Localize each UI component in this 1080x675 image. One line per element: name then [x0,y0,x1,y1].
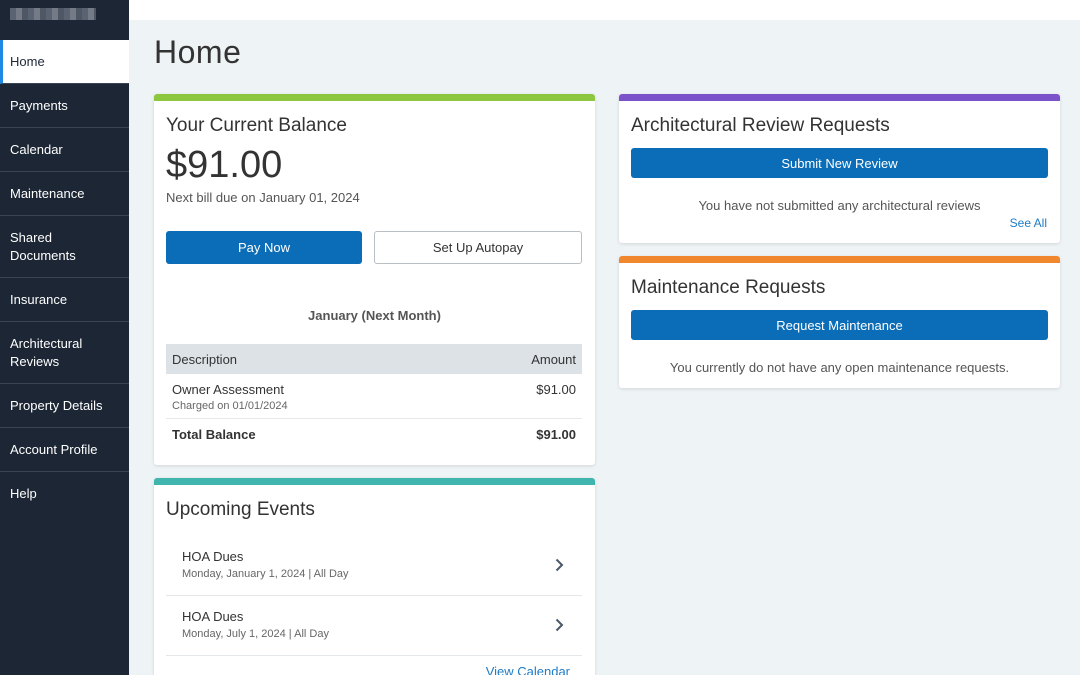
events-card-title: Upcoming Events [166,499,315,520]
upcoming-events-card: Upcoming Events HOA Dues Monday, January… [154,478,595,675]
request-maintenance-button[interactable]: Request Maintenance [631,310,1048,340]
line-item-name: Owner Assessment [172,382,284,397]
chevron-right-icon [555,618,564,632]
maint-card-accent [619,256,1060,263]
sidebar-item-payments[interactable]: Payments [0,84,129,128]
balance-card-title: Your Current Balance [166,115,347,136]
top-bar [129,0,1080,20]
balance-amount: $91.00 [166,144,283,186]
maintenance-card: Maintenance Requests Request Maintenance… [619,256,1060,388]
architectural-review-card: Architectural Review Requests Submit New… [619,94,1060,243]
sidebar: Home Payments Calendar Maintenance Share… [0,0,129,675]
set-up-autopay-button[interactable]: Set Up Autopay [374,231,582,264]
arch-card-title: Architectural Review Requests [631,115,890,136]
sidebar-item-property-details[interactable]: Property Details [0,384,129,428]
events-card-accent [154,478,595,485]
column-header-amount: Amount [453,344,582,374]
balance-card-accent [154,94,595,101]
column-header-description: Description [166,344,454,374]
maint-empty-message: You currently do not have any open maint… [669,360,1010,375]
sidebar-item-calendar[interactable]: Calendar [0,128,129,172]
event-name: HOA Dues [182,549,244,564]
event-date: Monday, July 1, 2024 | All Day [182,628,329,640]
line-item-amount: $91.00 [453,374,582,419]
event-date: Monday, January 1, 2024 | All Day [182,568,349,580]
pay-now-button[interactable]: Pay Now [166,231,362,264]
line-item-description: Owner Assessment Charged on 01/01/2024 [166,374,454,419]
billing-period: January (Next Month) [308,308,441,323]
sidebar-item-account-profile[interactable]: Account Profile [0,428,129,472]
sidebar-item-help[interactable]: Help [0,472,129,516]
balance-card: Your Current Balance $91.00 Next bill du… [154,94,595,465]
total-balance-amount: $91.00 [536,427,576,442]
events-list: HOA Dues Monday, January 1, 2024 | All D… [166,536,582,656]
chevron-right-icon [555,558,564,572]
event-item[interactable]: HOA Dues Monday, January 1, 2024 | All D… [166,536,582,596]
sidebar-item-maintenance[interactable]: Maintenance [0,172,129,216]
sidebar-item-shared-documents[interactable]: Shared Documents [0,216,129,278]
page-title: Home [154,34,242,70]
user-name-area [0,0,129,40]
sidebar-item-home[interactable]: Home [0,40,129,84]
line-item-charged-date: Charged on 01/01/2024 [172,400,288,412]
total-row: Total Balance $91.00 [166,419,582,449]
see-all-link[interactable]: See All [1010,216,1047,230]
sidebar-item-insurance[interactable]: Insurance [0,278,129,322]
arch-empty-message: You have not submitted any architectural… [698,198,981,213]
total-balance-label: Total Balance [172,427,256,442]
blurred-user-name [10,8,96,20]
submit-new-review-button[interactable]: Submit New Review [631,148,1048,178]
table-header-row: Description Amount [166,344,582,374]
arch-card-accent [619,94,1060,101]
event-name: HOA Dues [182,609,244,624]
table-row: Owner Assessment Charged on 01/01/2024 $… [166,374,582,419]
maint-card-title: Maintenance Requests [631,277,826,298]
event-item[interactable]: HOA Dues Monday, July 1, 2024 | All Day [166,596,582,656]
next-bill-due: Next bill due on January 01, 2024 [166,190,360,205]
view-calendar-link[interactable]: View Calendar [486,664,570,675]
sidebar-item-architectural-reviews[interactable]: Architectural Reviews [0,322,129,384]
balance-table: Description Amount Owner Assessment Char… [166,344,582,448]
